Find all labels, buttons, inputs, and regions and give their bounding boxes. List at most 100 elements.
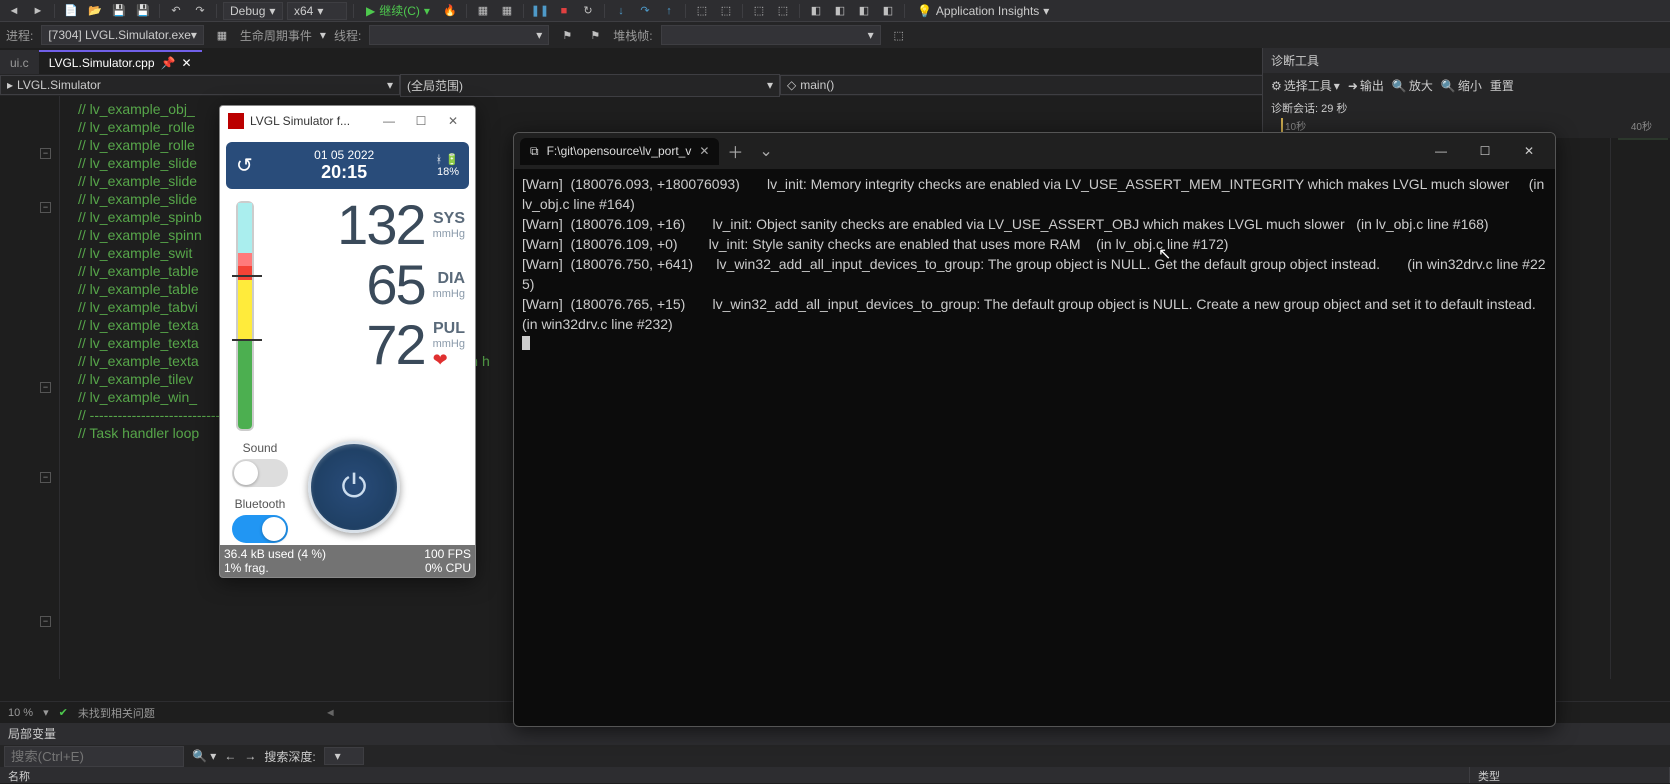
dia-unit: mmHg [433, 288, 465, 300]
col-name[interactable]: 名称 [0, 767, 1470, 783]
tb-icon-3[interactable]: ⬚ [692, 2, 712, 20]
thread-dropdown[interactable]: ▾ [369, 25, 549, 45]
scope-dropdown[interactable]: ▸ LVGL.Simulator▾ [0, 75, 400, 95]
col-type[interactable]: 类型 [1470, 767, 1670, 783]
dia-value: 65 [366, 257, 424, 313]
fold-icon[interactable]: − [40, 472, 51, 483]
terminal-output[interactable]: [Warn] (180076.093, +180076093) lv_init:… [514, 169, 1555, 726]
step-into-icon[interactable]: ↓ [611, 2, 631, 20]
fold-icon[interactable]: − [40, 616, 51, 627]
tab-ui-c[interactable]: ui.c [0, 50, 39, 74]
glob-dropdown[interactable]: (全局范围)▾ [400, 74, 780, 97]
tab-simulator-cpp[interactable]: LVGL.Simulator.cpp 📌 ✕ [39, 50, 202, 74]
maximize-icon[interactable]: ☐ [1465, 144, 1505, 158]
tb-icon-8[interactable]: ◧ [830, 2, 850, 20]
output-button[interactable]: ➜ 输出 [1348, 77, 1384, 94]
locals-search-row: 🔍 ▾ ← → 搜索深度: ▾ [0, 745, 1670, 767]
new-file-icon[interactable]: 📄 [61, 2, 81, 20]
issues-ok-icon: ✔ [59, 706, 68, 719]
close-icon[interactable]: ✕ [439, 114, 467, 128]
timeline-tick: 40秒 [1631, 118, 1652, 133]
gauge-marker [232, 339, 262, 341]
redo-icon[interactable]: ↷ [190, 2, 210, 20]
diagnostics-title: 诊断工具 [1263, 48, 1670, 73]
close-icon[interactable]: ✕ [1509, 144, 1549, 158]
undo-icon[interactable]: ↶ [166, 2, 186, 20]
nav-back-icon[interactable]: ◄ [4, 2, 24, 20]
stop-icon[interactable]: ■ [554, 2, 574, 20]
save-all-icon[interactable]: 💾 [133, 2, 153, 20]
flag-icon[interactable]: ⚑ [557, 26, 577, 44]
tb-icon-5[interactable]: ⬚ [749, 2, 769, 20]
bluetooth-switch[interactable] [232, 515, 288, 543]
sim-perf-overlay: 36.4 kB used (4 %) 1% frag. 100 FPS 0% C… [220, 545, 475, 577]
tb-icon-2[interactable]: ▦ [497, 2, 517, 20]
nav-fwd-icon[interactable]: ► [28, 2, 48, 20]
sys-value: 132 [337, 197, 424, 253]
fold-icon[interactable]: − [40, 382, 51, 393]
minimize-icon[interactable]: — [375, 114, 403, 128]
tb-icon-10[interactable]: ◧ [878, 2, 898, 20]
pin-icon[interactable]: 📌 [161, 56, 176, 70]
select-tool-button[interactable]: ⚙ 选择工具 ▾ [1271, 77, 1340, 94]
heart-icon: ❤ [433, 350, 465, 371]
reset-button[interactable]: 重置 [1490, 77, 1514, 94]
tb-icon-7[interactable]: ◧ [806, 2, 826, 20]
platform-dropdown[interactable]: x64▾ [287, 2, 347, 20]
fold-icon[interactable]: − [40, 202, 51, 213]
tb-sf-icon[interactable]: ⬚ [889, 26, 909, 44]
step-over-icon[interactable]: ↷ [635, 2, 655, 20]
zoom-in-button[interactable]: 🔍 放大 [1392, 77, 1433, 94]
sim-titlebar[interactable]: LVGL Simulator f... — ☐ ✕ [220, 106, 475, 136]
minimap[interactable] [1610, 96, 1670, 679]
search-prev-icon[interactable]: ← [224, 749, 236, 763]
process-label: 进程: [6, 27, 33, 44]
bluetooth-icon: ᚼ [436, 154, 443, 166]
search-next-icon[interactable]: → [244, 749, 256, 763]
process-dropdown[interactable]: [7304] LVGL.Simulator.exe▾ [41, 25, 204, 45]
close-tab-icon[interactable]: ✕ [699, 144, 709, 158]
app-insights-button[interactable]: 💡 Application Insights ▾ [911, 2, 1055, 20]
hot-reload-icon[interactable]: 🔥 [440, 2, 460, 20]
search-icon[interactable]: 🔍 ▾ [192, 749, 216, 763]
tb-icon-1[interactable]: ▦ [473, 2, 493, 20]
lifecycle-icon[interactable]: ▦ [212, 26, 232, 44]
open-icon[interactable]: 📂 [85, 2, 105, 20]
hscroll-left-icon[interactable]: ◄ [325, 707, 336, 719]
history-icon[interactable]: ↺ [236, 153, 253, 178]
tab-dropdown-icon[interactable]: ⌄ [751, 141, 780, 161]
restart-icon[interactable]: ↻ [578, 2, 598, 20]
zoom-pct[interactable]: 10 % [8, 707, 33, 719]
close-tab-icon[interactable]: ✕ [181, 56, 191, 70]
locals-search-input[interactable] [4, 746, 184, 767]
sim-app-icon [228, 113, 244, 129]
sound-switch[interactable] [232, 459, 288, 487]
new-tab-icon[interactable]: ＋ [719, 139, 751, 163]
flag2-icon[interactable]: ⚑ [585, 26, 605, 44]
minimize-icon[interactable]: — [1421, 144, 1461, 158]
terminal-tab-title: F:\git\opensource\lv_port_v [547, 144, 692, 158]
tb-icon-4[interactable]: ⬚ [716, 2, 736, 20]
continue-button[interactable]: ▶ 继续(C) ▾ [360, 0, 436, 21]
sim-title: LVGL Simulator f... [250, 114, 350, 128]
depth-dropdown[interactable]: ▾ [324, 747, 364, 765]
stackframe-dropdown[interactable]: ▾ [661, 25, 881, 45]
power-button[interactable]: ⏻ [308, 441, 400, 533]
sys-unit: mmHg [433, 228, 465, 240]
locals-columns: 名称 类型 [0, 767, 1670, 783]
save-icon[interactable]: 💾 [109, 2, 129, 20]
zoom-out-button[interactable]: 🔍 缩小 [1441, 77, 1482, 94]
diagnostics-panel: 诊断工具 ⚙ 选择工具 ▾ ➜ 输出 🔍 放大 🔍 缩小 重置 诊断会话: 29… [1262, 48, 1670, 138]
terminal-tab[interactable]: ⧉ F:\git\opensource\lv_port_v ✕ [520, 138, 719, 165]
main-toolbar: ◄ ► 📄 📂 💾 💾 ↶ ↷ Debug▾ x64▾ ▶ 继续(C) ▾ 🔥 … [0, 0, 1670, 22]
step-out-icon[interactable]: ↑ [659, 2, 679, 20]
fold-icon[interactable]: − [40, 148, 51, 159]
config-dropdown[interactable]: Debug▾ [223, 2, 283, 20]
pause-icon[interactable]: ❚❚ [530, 2, 550, 20]
maximize-icon[interactable]: ☐ [407, 114, 435, 128]
tb-icon-9[interactable]: ◧ [854, 2, 874, 20]
sim-time: 20:15 [314, 162, 374, 183]
tb-icon-6[interactable]: ⬚ [773, 2, 793, 20]
gauge-marker [232, 275, 262, 277]
sim-header-bar: ↺ 01 05 2022 20:15 ᚼ 🔋 18% [226, 142, 469, 189]
